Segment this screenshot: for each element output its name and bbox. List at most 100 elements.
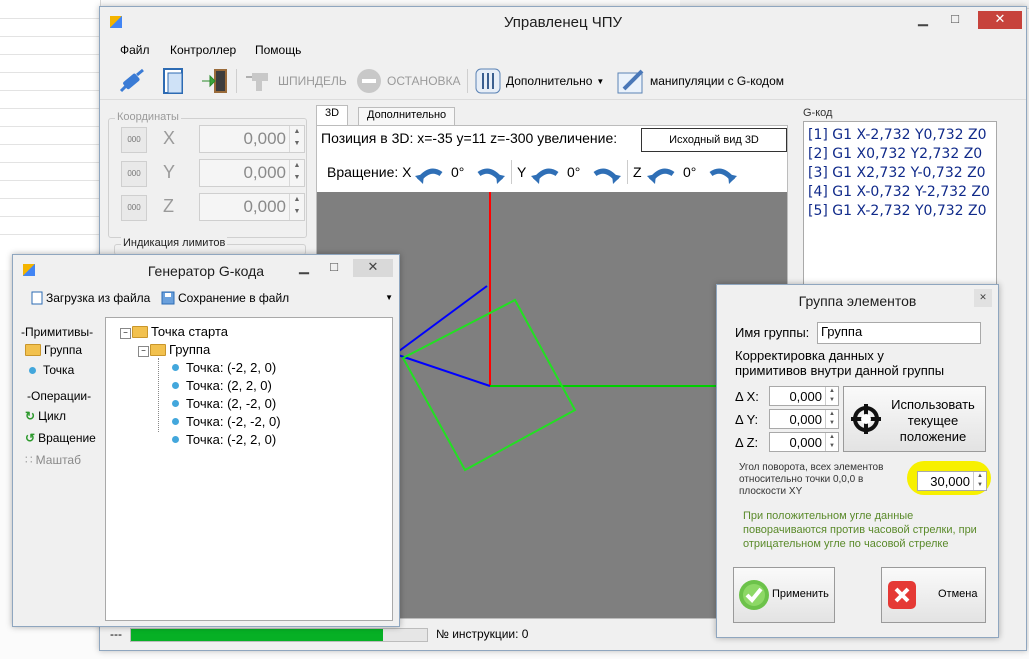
zero-y-button[interactable]: 000 <box>121 161 147 187</box>
menu-help[interactable]: Помощь <box>255 43 301 57</box>
spinner-arrows-icon[interactable]: ▲ ▼ <box>289 126 304 152</box>
close-button[interactable]: ✕ <box>353 259 393 277</box>
coordinate-z-field[interactable]: 0,000 ▲ ▼ <box>199 193 305 221</box>
gcode-line[interactable]: [1] G1 X-2,732 Y0,732 Z0 <box>804 126 996 145</box>
reset-view-button[interactable]: Исходный вид 3D <box>641 128 787 152</box>
palette-rotation[interactable]: ↺ Вращение <box>25 431 96 445</box>
palette-point[interactable]: Точка <box>25 363 74 377</box>
toolbar-overflow-icon[interactable]: ▼ <box>385 293 393 302</box>
coordinates-label: Координаты <box>115 111 181 123</box>
rotate-x-left-icon[interactable] <box>415 164 445 184</box>
palette-group[interactable]: Группа <box>25 343 82 357</box>
delta-y-label: Δ Y: <box>735 412 759 427</box>
status-dashes: --- <box>110 627 122 641</box>
point-icon <box>172 382 179 389</box>
spinner-arrows-icon[interactable]: ▲ ▼ <box>289 160 304 186</box>
toolbar-separator <box>236 69 237 93</box>
delta-y-field[interactable]: 0,000 ▲ ▼ <box>769 409 839 429</box>
rotation-separator <box>627 160 628 184</box>
stop-button[interactable]: ОСТАНОВКА <box>355 67 461 95</box>
cancel-button[interactable]: Отмена <box>881 567 986 623</box>
palette-scale-label: Маштаб <box>35 453 81 467</box>
rotation-z-value: 0° <box>683 164 697 180</box>
apply-button[interactable]: Применить <box>733 567 835 623</box>
use-current-label-1: Использовать <box>891 397 975 412</box>
rotate-y-left-icon[interactable] <box>531 164 561 184</box>
instruction-counter: № инструкции: 0 <box>436 627 529 641</box>
tree-node-point[interactable]: Точка: (2, -2, 0) <box>168 396 276 411</box>
tree-node-group[interactable]: Группа <box>150 342 210 357</box>
primitives-header: -Примитивы- <box>21 325 94 339</box>
background-line <box>0 90 100 91</box>
minimize-button[interactable]: ▁ <box>289 259 319 277</box>
spinner-arrows-icon[interactable]: ▲ ▼ <box>825 410 838 428</box>
group-name-input[interactable]: Группа <box>817 322 981 344</box>
gcode-line[interactable]: [5] G1 X-2,732 Y0,732 Z0 <box>804 202 996 221</box>
element-tree[interactable]: − Точка старта − Группа Точка: (-2, 2, 0… <box>105 317 393 621</box>
zero-x-button[interactable]: 000 <box>121 127 147 153</box>
point-icon <box>29 366 36 374</box>
collapse-icon[interactable]: − <box>120 328 131 339</box>
use-current-position-button[interactable]: Использовать текущее положение <box>843 386 986 452</box>
coordinate-z-value: 0,000 <box>243 197 286 216</box>
dialog-title: Группа элементов <box>798 293 917 309</box>
background-line <box>0 234 100 235</box>
folder-icon <box>150 343 166 356</box>
palette-group-label: Группа <box>44 343 83 357</box>
spinner-arrows-icon[interactable]: ▲ ▼ <box>825 387 838 405</box>
menu-file[interactable]: Файл <box>120 43 150 57</box>
apply-label: Применить <box>772 588 829 600</box>
load-file-button[interactable]: Загрузка из файла <box>31 291 150 305</box>
maximize-button[interactable]: □ <box>319 259 349 277</box>
tree-node-point[interactable]: Точка: (-2, 2, 0) <box>168 360 276 375</box>
tree-node-point[interactable]: Точка: (2, 2, 0) <box>168 378 272 393</box>
open-file-icon <box>31 291 43 305</box>
delta-z-field[interactable]: 0,000 ▲ ▼ <box>769 432 839 452</box>
tree-node-start[interactable]: Точка старта <box>132 324 228 339</box>
close-button[interactable]: ✕ <box>974 289 992 307</box>
spinner-arrows-icon[interactable]: ▲ ▼ <box>973 472 986 490</box>
rotation-angle-field[interactable]: 30,000 ▲ ▼ <box>917 471 987 491</box>
spinner-arrows-icon[interactable]: ▲ ▼ <box>825 433 838 451</box>
gcode-line[interactable]: [3] G1 X2,732 Y-0,732 Z0 <box>804 164 996 183</box>
zero-z-button[interactable]: 000 <box>121 195 147 221</box>
rotate-x-right-icon[interactable] <box>475 164 505 184</box>
additional-dropdown[interactable]: Дополнительно ▼ <box>474 67 604 95</box>
cycle-icon: ↻ <box>25 409 36 423</box>
close-button[interactable]: ✕ <box>978 11 1022 29</box>
collapse-icon[interactable]: − <box>138 346 149 357</box>
coordinate-row-z: 000 Z 0,000 ▲ ▼ <box>121 193 306 221</box>
coordinate-y-field[interactable]: 0,000 ▲ ▼ <box>199 159 305 187</box>
gcode-line[interactable]: [4] G1 X-0,732 Y-2,732 Z0 <box>804 183 996 202</box>
gcode-list[interactable]: [1] G1 X-2,732 Y0,732 Z0 [2] G1 X0,732 Y… <box>803 121 997 295</box>
tree-node-point[interactable]: Точка: (-2, -2, 0) <box>168 414 281 429</box>
connect-button[interactable] <box>118 67 146 95</box>
spinner-arrows-icon[interactable]: ▲ ▼ <box>289 194 304 220</box>
maximize-button[interactable]: □ <box>940 11 970 29</box>
save-file-button[interactable]: Сохранение в файл <box>161 291 289 305</box>
delta-x-field[interactable]: 0,000 ▲ ▼ <box>769 386 839 406</box>
tree-node-point[interactable]: Точка: (-2, 2, 0) <box>168 432 276 447</box>
rotate-z-left-icon[interactable] <box>647 164 677 184</box>
minimize-button[interactable]: ▁ <box>908 11 938 29</box>
background-line <box>0 72 100 73</box>
coordinate-x-field[interactable]: 0,000 ▲ ▼ <box>199 125 305 153</box>
crosshair-icon <box>851 404 881 434</box>
toolbar-separator <box>467 69 468 93</box>
tree-guide-line <box>158 358 160 432</box>
palette-rotation-label: Вращение <box>38 431 96 445</box>
new-file-button[interactable] <box>160 67 188 95</box>
use-current-label-2: текущее <box>907 413 959 428</box>
palette-scale[interactable]: ∷ Маштаб <box>25 453 81 467</box>
gcode-manipulation-button[interactable]: манипуляции с G-кодом <box>616 67 784 95</box>
gcode-line[interactable]: [2] G1 X0,732 Y2,732 Z0 <box>804 145 996 164</box>
menu-controller[interactable]: Контроллер <box>170 43 236 57</box>
spindle-button[interactable]: ШПИНДЕЛЬ <box>244 67 347 95</box>
palette-cycle[interactable]: ↻ Цикл <box>25 409 66 423</box>
rotate-z-right-icon[interactable] <box>707 164 737 184</box>
group-name-label: Имя группы: <box>735 325 810 340</box>
exit-button[interactable] <box>200 67 230 95</box>
edit-pencil-icon <box>617 69 644 94</box>
rotate-y-right-icon[interactable] <box>591 164 621 184</box>
scale-icon: ∷ <box>25 453 33 467</box>
